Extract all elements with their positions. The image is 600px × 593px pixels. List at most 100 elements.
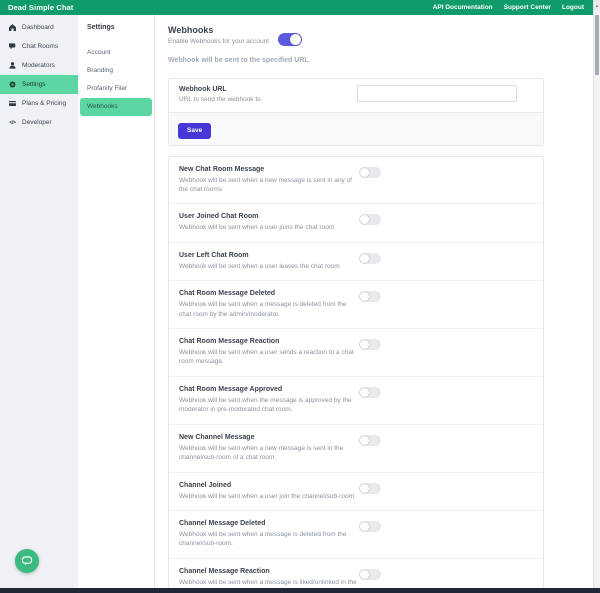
webhook-events-card: New Chat Room Message Webhook will be se… <box>168 155 544 588</box>
event-text: Channel Joined Webhook will be sent when… <box>179 482 359 501</box>
topbar-link[interactable]: Support Center <box>504 4 551 11</box>
sidebar-item-chat-rooms[interactable]: Chat Rooms <box>0 37 78 56</box>
settings-nav-item[interactable]: Webhooks <box>80 98 152 116</box>
webhook-event-row: User Joined Chat Room Webhook will be se… <box>169 203 543 241</box>
event-title: Channel Joined <box>179 481 232 489</box>
event-title: Channel Message Reaction <box>179 567 270 575</box>
event-description: Webhook will be sent when a new message … <box>179 176 352 193</box>
event-title: New Channel Message <box>179 433 255 441</box>
window-bottom-edge <box>0 588 600 593</box>
sidebar-item-plans-pricing[interactable]: Plans & Pricing <box>0 94 78 113</box>
toggle-knob <box>360 167 369 177</box>
page-title: Webhooks <box>168 25 214 35</box>
event-description: Webhook will be sent when a user join th… <box>179 492 356 500</box>
toggle-knob <box>360 340 369 350</box>
event-toggle[interactable] <box>359 291 381 303</box>
webhook-event-row: Channel Message Reaction Webhook will be… <box>169 557 543 588</box>
sidebar-item-label: Chat Rooms <box>22 43 59 50</box>
sidebar-item-label: Plans & Pricing <box>22 100 67 107</box>
settings-nav: Settings Account Branding Profanity Filer W… <box>78 15 155 588</box>
event-toggle[interactable] <box>359 339 381 351</box>
toggle-knob <box>360 435 369 445</box>
event-text: Chat Room Message Reaction Webhook will … <box>179 338 359 367</box>
sidebar-item-dashboard[interactable]: Dashboard <box>0 18 78 37</box>
topbar-link[interactable]: API Documentation <box>433 4 493 11</box>
event-toggle[interactable] <box>359 434 381 446</box>
sidebar-item-developer[interactable]: </> Developer <box>0 113 78 132</box>
event-text: Channel Message Deleted Webhook will be … <box>179 520 359 549</box>
webhook-url-card: Webhook URL URL to send the webhook to S… <box>168 78 544 146</box>
webhooks-settings-panel: Webhooks Enable Webhooks for your accoun… <box>155 15 593 588</box>
event-toggle[interactable] <box>359 568 381 580</box>
sidebar-item-label: Developer <box>22 119 52 126</box>
event-title: User Left Chat Room <box>179 251 249 259</box>
event-title: Chat Room Message Approved <box>179 385 283 393</box>
help-chat-widget-button[interactable] <box>15 549 39 573</box>
settings-nav-title: Settings <box>87 24 115 31</box>
event-description: Webhook will be sent when the message is… <box>179 396 352 414</box>
topbar-link[interactable]: Logout <box>562 4 584 11</box>
settings-nav-item[interactable]: Branding <box>80 62 152 80</box>
vertical-scrollbar[interactable]: ▲ <box>593 0 600 593</box>
toggle-knob <box>290 34 301 45</box>
toggle-knob <box>360 387 369 397</box>
page-subtitle: Enable Webhooks for your account <box>168 38 270 45</box>
event-title: New Chat Room Message <box>179 165 265 173</box>
moderator-icon <box>8 61 17 70</box>
event-title: Chat Room Message Deleted <box>179 290 276 298</box>
event-text: Channel Message Reaction Webhook will be… <box>179 568 359 588</box>
sidebar-item-moderators[interactable]: Moderators <box>0 56 78 75</box>
event-description: Webhook will be sent when a message is l… <box>179 578 357 586</box>
chat-bubble-icon <box>8 42 17 51</box>
primary-sidebar: Dashboard Chat Rooms Moderators Settings… <box>0 15 78 588</box>
webhook-url-note: Webhook will be sent to the specified UR… <box>168 57 309 64</box>
event-text: Chat Room Message Approved Webhook will … <box>179 386 359 415</box>
event-description: Webhook will be sent when a user leaves … <box>179 262 340 270</box>
webhook-url-card-body: Webhook URL URL to send the webhook to <box>169 79 543 112</box>
event-toggle[interactable] <box>359 166 381 178</box>
event-text: New Chat Room Message Webhook will be se… <box>179 166 359 195</box>
gear-icon <box>8 80 17 89</box>
event-text: User Left Chat Room Webhook will be sent… <box>179 252 359 271</box>
webhook-event-row: New Chat Room Message Webhook will be se… <box>169 157 543 204</box>
event-text: User Joined Chat Room Webhook will be se… <box>179 213 359 232</box>
top-navbar: Dead Simple Chat API Documentation Suppor… <box>0 0 600 15</box>
event-description: Webhook will be sent when a user joins t… <box>179 224 335 232</box>
sidebar-item-label: Dashboard <box>22 24 54 31</box>
event-description: Webhook will be sent when a user sends a… <box>179 349 354 366</box>
sidebar-item-label: Settings <box>22 81 46 88</box>
event-toggle[interactable] <box>359 520 381 532</box>
sidebar-item-label: Moderators <box>22 62 55 69</box>
toggle-knob <box>360 215 369 225</box>
settings-nav-item[interactable]: Profanity Filer <box>80 80 152 98</box>
event-toggle[interactable] <box>359 386 381 398</box>
save-button[interactable]: Save <box>178 122 212 139</box>
event-text: New Channel Message Webhook will be sent… <box>179 434 359 463</box>
event-description: Webhook will be sent when a message is d… <box>179 530 347 548</box>
enable-webhooks-toggle[interactable] <box>278 33 302 46</box>
toggle-knob <box>360 292 369 302</box>
sidebar-item-settings[interactable]: Settings <box>0 75 78 94</box>
scroll-up-arrow-icon[interactable]: ▲ <box>594 0 600 11</box>
event-description: Webhook will be sent when a message is d… <box>179 301 347 318</box>
event-title: Channel Message Deleted <box>179 519 266 527</box>
settings-nav-item[interactable]: Account <box>80 44 152 62</box>
brand[interactable]: Dead Simple Chat <box>8 3 73 12</box>
webhook-event-row: Chat Room Message Approved Webhook will … <box>169 375 543 424</box>
webhook-url-input[interactable] <box>357 85 517 102</box>
toggle-knob <box>360 253 369 263</box>
toggle-knob <box>360 569 369 579</box>
scrollbar-thumb[interactable] <box>595 15 599 75</box>
home-icon <box>8 23 17 32</box>
code-icon: </> <box>9 119 16 126</box>
toggle-knob <box>360 483 369 493</box>
webhook-event-row: Chat Room Message Deleted Webhook will b… <box>169 280 543 328</box>
settings-nav-list: Account Branding Profanity Filer Webhooks <box>78 44 154 116</box>
webhook-event-row: User Left Chat Room Webhook will be sent… <box>169 241 543 280</box>
credit-card-icon <box>8 99 17 108</box>
event-toggle[interactable] <box>359 252 381 264</box>
event-title: Chat Room Message Reaction <box>179 338 280 346</box>
event-toggle[interactable] <box>359 214 381 226</box>
webhook-url-card-footer: Save <box>169 112 543 145</box>
event-toggle[interactable] <box>359 482 381 494</box>
